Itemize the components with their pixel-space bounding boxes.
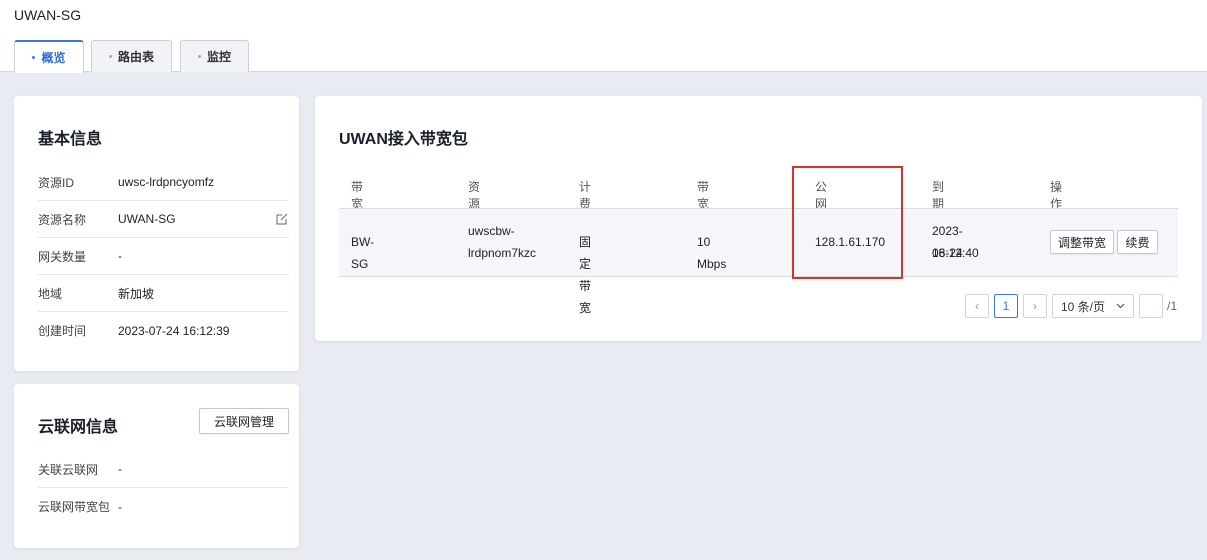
info-value: UWAN-SG [118, 212, 176, 226]
tab-monitor[interactable]: 监控 [180, 40, 249, 72]
cloud-label: 云联网带宽包 [38, 500, 111, 514]
info-label: 资源名称 [38, 212, 87, 227]
basic-info-title: 基本信息 [38, 131, 103, 148]
basic-info-card: 基本信息 资源ID uwsc-lrdpncyomfz 资源名称 UWAN-SG … [14, 96, 299, 371]
info-row-created: 创建时间 2023-07-24 16:12:39 [38, 312, 289, 349]
prev-page-button[interactable]: ‹ [965, 294, 989, 318]
tab-label: 路由表 [117, 50, 154, 64]
info-label: 资源ID [38, 175, 75, 190]
cell-id-part1: uwscbw- [468, 224, 515, 238]
cloud-label: 关联云联网 [38, 462, 99, 477]
cell-id-part2: lrdpnom7kzc [468, 246, 537, 260]
info-value: - [118, 249, 122, 263]
renew-button[interactable]: 续费 [1117, 230, 1158, 254]
cell-name: BW-SG [351, 235, 375, 271]
page-size-label: 10 条/页 [1061, 299, 1106, 314]
tab-route-table[interactable]: 路由表 [91, 40, 172, 72]
info-value: uwsc-lrdpncyomfz [118, 175, 215, 189]
page-1-button[interactable]: 1 [994, 294, 1018, 318]
tab-dot-icon [32, 56, 36, 59]
bandwidth-card: UWAN接入带宽包 带宽包名称 资源ID 计费方式 带宽 公网IP 到期时间 操… [315, 96, 1202, 341]
info-label: 地域 [38, 286, 63, 301]
col-header-bandwidth: 带宽 [697, 180, 710, 211]
cloud-value: - [118, 462, 122, 476]
cloud-net-title: 云联网信息 [38, 419, 119, 436]
bandwidth-title: UWAN接入带宽包 [339, 131, 468, 148]
tab-dot-icon [108, 55, 112, 58]
cloud-row-bandwidth-pkg: 云联网带宽包 - [38, 488, 289, 525]
cloud-row-linked-net: 关联云联网 - [38, 451, 289, 488]
tab-label: 概览 [41, 51, 66, 65]
tab-label: 监控 [206, 50, 231, 64]
cell-expire-time: 16:12:40 [932, 246, 979, 260]
info-row-gateway-count: 网关数量 - [38, 238, 289, 275]
page-jump-input[interactable] [1139, 294, 1163, 318]
cell-bandwidth: 10 Mbps [697, 235, 727, 271]
chevron-down-icon [1116, 303, 1125, 309]
cell-billing: 固定带宽 [579, 235, 592, 315]
cloud-value: - [118, 499, 122, 514]
page-title: UWAN-SG [14, 7, 82, 23]
info-row-resource-id: 资源ID uwsc-lrdpncyomfz [38, 164, 289, 201]
tab-overview[interactable]: 概览 [14, 40, 84, 73]
cloud-net-card: 云联网信息 云联网管理 关联云联网 - 云联网带宽包 - [14, 384, 299, 548]
ip-highlight-box [792, 166, 903, 279]
info-label: 网关数量 [38, 249, 87, 264]
next-page-button[interactable]: › [1023, 294, 1047, 318]
info-row-region: 地域 新加坡 [38, 275, 289, 312]
edit-icon[interactable] [275, 212, 289, 226]
tab-dot-icon [197, 55, 201, 58]
info-label: 创建时间 [38, 324, 87, 338]
page-header: UWAN-SG 概览 路由表 监控 [0, 0, 1207, 73]
page-size-select[interactable]: 10 条/页 [1052, 294, 1134, 318]
col-header-actions: 操作 [1050, 180, 1063, 211]
info-row-resource-name: 资源名称 UWAN-SG [38, 201, 289, 238]
page-total: /1 [1167, 299, 1178, 313]
info-value: 新加坡 [118, 286, 155, 301]
adjust-bandwidth-button[interactable]: 调整带宽 [1050, 230, 1114, 254]
cloud-net-manage-button[interactable]: 云联网管理 [199, 408, 289, 434]
info-value: 2023-07-24 16:12:39 [118, 323, 230, 338]
